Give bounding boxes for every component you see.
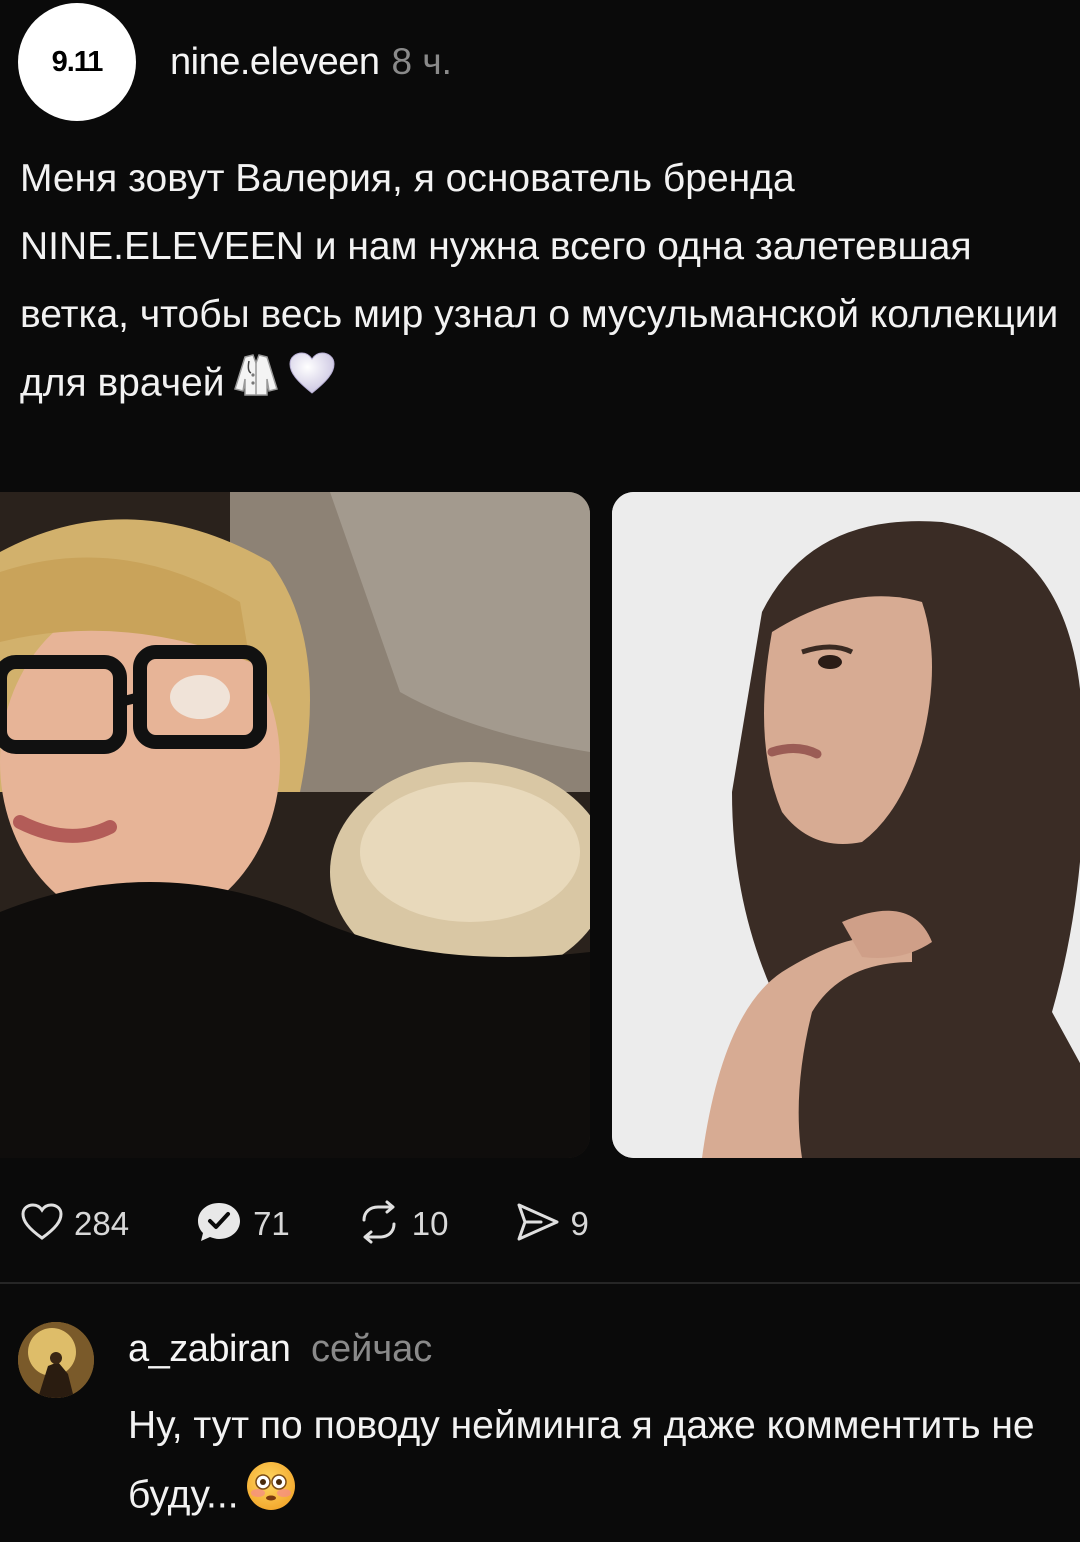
author-avatar[interactable]: 9.11 bbox=[18, 3, 136, 121]
repost-button[interactable]: 10 bbox=[356, 1200, 449, 1249]
post-photo-left[interactable] bbox=[0, 492, 590, 1158]
white-heart-icon bbox=[287, 351, 337, 419]
comment-bubble-icon bbox=[195, 1200, 243, 1249]
model-hijab-image bbox=[612, 492, 1080, 1158]
comment-button[interactable]: 71 bbox=[195, 1200, 290, 1249]
post-author[interactable]: nine.eleveen bbox=[170, 41, 380, 84]
avatar-logo-text: 9.11 bbox=[51, 45, 104, 78]
post-text: Меня зовут Валерия, я основатель бренда … bbox=[20, 145, 1060, 421]
comment-text: Ну, тут по поводу нейминга я даже коммен… bbox=[128, 1392, 1058, 1534]
heart-icon bbox=[20, 1202, 64, 1247]
comment-avatar[interactable] bbox=[18, 1322, 94, 1398]
comment-count: 71 bbox=[253, 1205, 290, 1242]
post-actions: 284 71 10 9 bbox=[20, 1196, 655, 1252]
like-button[interactable]: 284 bbox=[20, 1202, 129, 1247]
repost-icon bbox=[356, 1200, 402, 1249]
lab-coat-icon bbox=[231, 349, 281, 421]
comment-header: a_zabiran сейчас bbox=[128, 1328, 432, 1371]
send-icon bbox=[515, 1201, 561, 1248]
post-text-content: Меня зовут Валерия, я основатель бренда … bbox=[20, 157, 1059, 405]
post-time: 8 ч. bbox=[391, 41, 452, 82]
comment-avatar-image bbox=[18, 1322, 94, 1398]
share-button[interactable]: 9 bbox=[515, 1201, 589, 1248]
repost-count: 10 bbox=[411, 1205, 449, 1242]
post-header: 9.11 nine.eleveen 8 ч. bbox=[18, 2, 452, 122]
divider bbox=[0, 1282, 1080, 1284]
portrait-glasses-image bbox=[0, 492, 590, 1158]
post-photo-right[interactable] bbox=[612, 492, 1080, 1158]
flushed-face-icon bbox=[245, 1460, 297, 1534]
like-count: 284 bbox=[74, 1205, 130, 1242]
comment-author[interactable]: a_zabiran bbox=[128, 1328, 291, 1370]
share-count: 9 bbox=[570, 1205, 589, 1242]
comment-time: сейчас bbox=[310, 1328, 433, 1370]
